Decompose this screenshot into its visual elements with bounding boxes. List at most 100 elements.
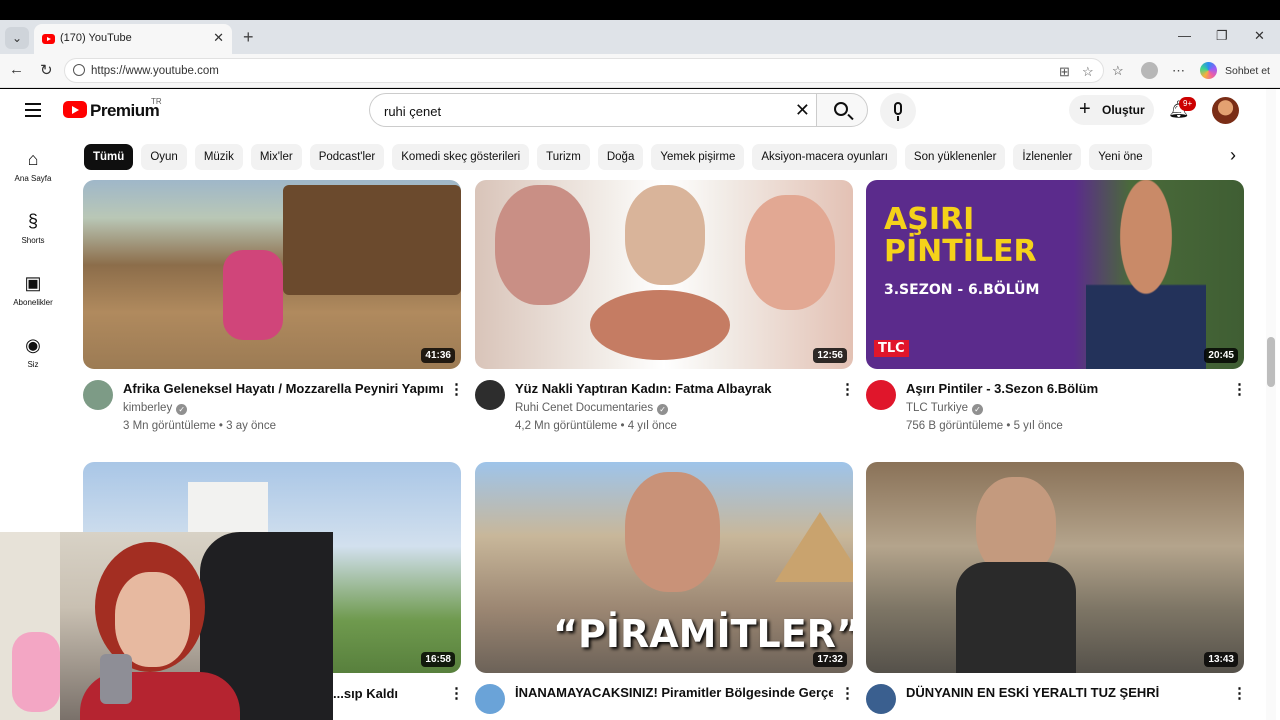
video-menu-icon[interactable]: ⋮ <box>449 380 464 398</box>
video-thumbnail[interactable]: AŞIRI PİNTİLER 3.SEZON - 6.BÖLÜM TLC 20:… <box>866 180 1244 369</box>
video-menu-icon[interactable]: ⋮ <box>840 380 855 398</box>
chip-all[interactable]: Tümü <box>84 144 134 170</box>
channel-avatar[interactable] <box>866 380 896 410</box>
video-menu-icon[interactable]: ⋮ <box>1232 380 1247 398</box>
video-duration: 20:45 <box>1204 348 1238 363</box>
chip[interactable]: Yemek pişirme <box>651 144 745 170</box>
voice-search-button[interactable] <box>880 93 916 129</box>
verified-icon: ✓ <box>657 404 669 415</box>
tlc-logo: TLC <box>874 340 909 357</box>
video-duration: 17:32 <box>813 652 847 667</box>
site-info-icon[interactable] <box>73 64 85 76</box>
video-title[interactable]: ...sıp Kaldı <box>333 686 443 701</box>
tab-close-icon[interactable]: ✕ <box>213 30 224 46</box>
channel-avatar[interactable] <box>83 380 113 410</box>
verified-icon: ✓ <box>176 404 188 415</box>
channel-name[interactable]: Ruhi Cenet Documentaries ✓ <box>515 402 669 415</box>
video-title[interactable]: Yüz Nakli Yaptıran Kadın: Fatma Albayrak <box>515 381 835 396</box>
video-menu-icon[interactable]: ⋮ <box>449 684 464 702</box>
video-title[interactable]: DÜNYANIN EN ESKİ YERALTI TUZ ŞEHRİ <box>906 685 1224 700</box>
browser-tab-youtube[interactable]: (170) YouTube ✕ <box>34 24 232 54</box>
notification-badge: 9+ <box>1179 97 1197 111</box>
home-icon: ⌂ <box>27 149 39 169</box>
reload-icon[interactable]: ↻ <box>40 61 53 79</box>
sidebar-item-label: Shorts <box>21 236 45 245</box>
brand-label[interactable]: Premium <box>90 101 160 121</box>
video-thumbnail[interactable]: 41:36 <box>83 180 461 369</box>
url-text: https://www.youtube.com <box>91 65 219 77</box>
video-meta: 4,2 Mn görüntüleme • 4 yıl önce <box>515 420 677 432</box>
video-meta: 3 Mn görüntüleme • 3 ay önce <box>123 420 276 432</box>
chip[interactable]: İzlenenler <box>1013 144 1082 170</box>
maximize-icon[interactable]: ❐ <box>1216 28 1228 44</box>
browser-profile-icon[interactable] <box>1141 62 1158 79</box>
user-avatar[interactable] <box>1212 97 1239 124</box>
microphone-icon <box>894 102 902 115</box>
shorts-icon: § <box>27 211 38 231</box>
video-thumbnail[interactable]: 12:56 <box>475 180 853 369</box>
favorites-icon[interactable]: ☆ <box>1112 63 1124 79</box>
clear-search-icon[interactable]: ✕ <box>795 100 810 121</box>
menu-icon[interactable] <box>25 103 41 117</box>
channel-avatar[interactable] <box>866 684 896 714</box>
video-title[interactable]: İNANAMAYACAKSINIZ! Piramitler Bölgesinde… <box>515 685 833 700</box>
youtube-logo-icon[interactable] <box>63 101 87 118</box>
channel-avatar[interactable] <box>475 684 505 714</box>
video-duration: 16:58 <box>421 652 455 667</box>
create-label: Oluştur <box>1102 103 1145 117</box>
chip[interactable]: Podcast'ler <box>309 144 385 170</box>
sidebar-item-you[interactable]: ◉ Siz <box>0 335 66 369</box>
copilot-icon <box>1200 62 1217 79</box>
tab-list-dropdown-icon[interactable]: ⌄ <box>5 27 29 49</box>
chip[interactable]: Müzik <box>194 144 243 170</box>
chip[interactable]: Oyun <box>141 144 187 170</box>
plus-icon: + <box>1079 98 1091 120</box>
create-button[interactable]: + Oluştur <box>1069 95 1154 125</box>
youtube-favicon-icon <box>42 34 55 44</box>
sidebar-item-home[interactable]: ⌂ Ana Sayfa <box>0 149 66 183</box>
copilot-button[interactable]: Sohbet et <box>1200 62 1274 80</box>
page-scrollbar[interactable] <box>1266 89 1276 720</box>
sidebar-item-label: Siz <box>27 360 39 369</box>
window-close-icon[interactable]: ✕ <box>1254 28 1265 44</box>
search-input[interactable]: ruhi çenet ✕ <box>369 93 816 127</box>
search-button[interactable] <box>816 93 868 127</box>
chip[interactable]: Turizm <box>537 144 590 170</box>
browser-toolbar: ← ↻ https://www.youtube.com ⊞ ☆ ☆ ⋯ Sohb… <box>0 54 1280 88</box>
minimize-icon[interactable]: — <box>1178 28 1191 43</box>
chips-next-chevron-icon[interactable]: › <box>1230 145 1236 166</box>
thumbnail-text: AŞIRI <box>884 202 975 237</box>
channel-name[interactable]: kimberley ✓ <box>123 402 188 415</box>
favorite-star-icon[interactable]: ☆ <box>1082 64 1094 80</box>
address-bar[interactable]: https://www.youtube.com ⊞ ☆ <box>64 58 1104 83</box>
video-thumbnail[interactable]: 13:43 <box>866 462 1244 673</box>
more-options-icon[interactable]: ⋯ <box>1172 63 1185 79</box>
chip[interactable]: Son yüklenenler <box>904 144 1006 170</box>
sidebar-item-subscriptions[interactable]: ▣ Abonelikler <box>0 273 66 307</box>
app-install-icon[interactable]: ⊞ <box>1059 64 1070 80</box>
video-thumbnail[interactable]: “PİRAMİTLER” 17:32 <box>475 462 853 673</box>
chip[interactable]: Mix'ler <box>250 144 302 170</box>
video-menu-icon[interactable]: ⋮ <box>1232 684 1247 702</box>
filter-chips-bar: Tümü Oyun Müzik Mix'ler Podcast'ler Komedi sk… <box>84 144 1224 170</box>
you-icon: ◉ <box>25 335 41 355</box>
chip[interactable]: Doğa <box>597 144 644 170</box>
channel-avatar[interactable] <box>475 380 505 410</box>
channel-name[interactable]: TLC Turkiye ✓ <box>906 402 983 415</box>
verified-icon: ✓ <box>972 404 983 415</box>
back-icon[interactable]: ← <box>9 61 24 78</box>
tab-title: (170) YouTube <box>60 32 132 44</box>
sidebar-item-shorts[interactable]: § Shorts <box>0 211 66 245</box>
browser-tab-strip: ⌄ (170) YouTube ✕ + — ❐ ✕ <box>0 20 1280 54</box>
scrollbar-thumb[interactable] <box>1267 337 1275 387</box>
chip[interactable]: Komedi skeç gösterileri <box>392 144 530 170</box>
chip[interactable]: Yeni öne <box>1089 144 1152 170</box>
subscriptions-icon: ▣ <box>24 273 42 293</box>
video-meta: 756 B görüntüleme • 5 yıl önce <box>906 420 1063 432</box>
video-title[interactable]: Afrika Geleneksel Hayatı / Mozzarella Pe… <box>123 381 443 396</box>
video-title[interactable]: Aşırı Pintiler - 3.Sezon 6.Bölüm <box>906 381 1226 396</box>
chip[interactable]: Aksiyon-macera oyunları <box>752 144 897 170</box>
screen-top-border <box>0 0 1280 20</box>
video-menu-icon[interactable]: ⋮ <box>840 684 855 702</box>
new-tab-icon[interactable]: + <box>243 27 254 48</box>
